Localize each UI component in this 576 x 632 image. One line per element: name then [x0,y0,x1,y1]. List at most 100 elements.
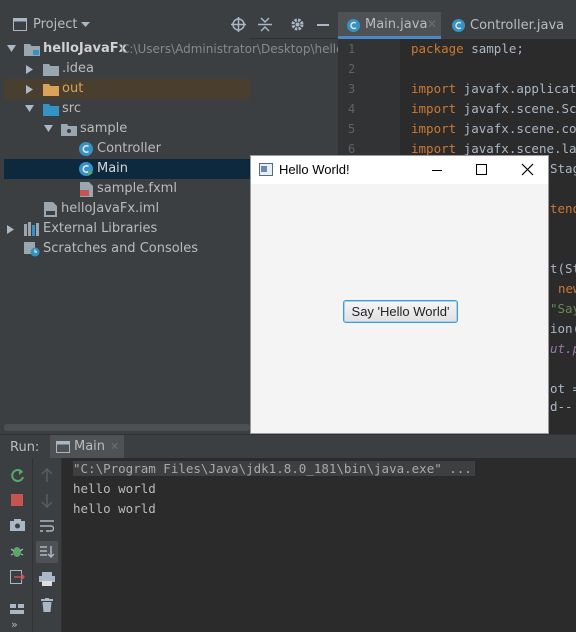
line-number: 1 [348,42,356,56]
tree-item-iml[interactable]: helloJavaFx.iml [0,199,250,219]
print-icon[interactable] [39,572,55,586]
camera-icon[interactable] [10,519,25,531]
rerun-icon[interactable] [10,468,25,483]
code-fragment: "Say [550,301,576,316]
window-titlebar[interactable]: Hello World! [251,156,548,184]
code-fragment: d-- [550,399,573,414]
collapse-all-icon[interactable] [258,17,272,32]
code-line: package sample; [411,41,524,56]
tree-item-path: C:\Users\Administrator\Desktop\hello [121,42,344,56]
iml-file-icon [44,202,57,217]
exit-icon[interactable] [10,570,25,584]
close-button[interactable] [504,156,550,184]
expanded-arrow-icon[interactable] [7,45,16,53]
code-fragment: t(St [550,261,576,276]
collapsed-arrow-icon[interactable] [26,65,33,74]
maximize-button[interactable] [458,156,504,184]
tree-item-src[interactable]: src [0,99,250,119]
collapsed-arrow-icon[interactable] [7,225,14,234]
module-folder-icon [24,43,40,56]
minimize-icon [432,170,442,171]
java-class-runnable-icon [79,162,93,176]
code-keyword: import [411,81,457,96]
debug-bug-icon[interactable] [10,544,25,559]
editor-tabs: Main.java ✕ Controller.java [338,12,576,40]
arrow-up-icon[interactable] [41,468,53,482]
stop-icon[interactable] [11,494,23,506]
soft-wrap-icon[interactable] [40,520,54,533]
tab-main-java[interactable]: Main.java ✕ [338,12,441,39]
trash-icon[interactable] [41,598,53,612]
gear-icon[interactable] [290,17,305,32]
code-line: import javafx.scene.Scen [411,101,576,116]
tree-item-label: Controller [97,141,161,156]
layout-icon[interactable] [10,604,24,614]
say-hello-world-button[interactable]: Say 'Hello World' [343,300,458,323]
tab-label: Main.java [365,17,428,32]
line-number: 3 [348,82,356,96]
java-class-icon [347,19,360,32]
project-view-selector[interactable]: Project [33,17,77,32]
project-view-icon [13,18,27,31]
tree-item-external-libraries[interactable]: External Libraries [0,219,250,239]
tree-item-sample[interactable]: sample [0,119,250,139]
run-panel-header: Run: Main ✕ [0,434,576,459]
scroll-to-end-toggle[interactable] [36,541,58,563]
line-number: 2 [348,62,356,76]
code-line: import javafx.scene.layo [411,141,576,156]
code-keyword: import [411,141,457,156]
window-title-strip [0,0,576,4]
code-keyword: import [411,121,457,136]
tree-item-hellojavafx[interactable]: helloJavaFx C:\Users\Administrator\Deskt… [0,39,344,59]
code-fragment: Stag [550,161,576,176]
code-keyword: import [411,101,457,116]
tab-controller-java[interactable]: Controller.java [443,12,576,39]
code-keyword: package [411,41,464,56]
more-icon[interactable]: » [11,618,18,631]
tree-item-sample-fxml[interactable]: sample.fxml [0,179,250,199]
run-console-icon [56,441,70,453]
line-number: 4 [348,102,356,116]
tree-item-idea[interactable]: .idea [0,59,250,79]
collapsed-arrow-icon[interactable] [26,85,33,94]
project-horizontal-scrollbar[interactable] [4,424,250,431]
hide-panel-icon[interactable] [317,24,329,26]
tree-item-out[interactable]: out [4,79,250,99]
tree-item-scratches[interactable]: Scratches and Consoles [0,239,250,259]
folder-icon [43,63,59,76]
tree-item-main[interactable]: Main [0,159,250,179]
tab-label: Controller.java [470,18,565,33]
window-title: Hello World! [279,162,350,177]
code-fragment: new [558,281,576,296]
run-tab-label: Main [74,439,106,454]
code-text: javafx.scene.Scen [463,101,576,116]
tree-item-label: src [62,101,81,116]
expanded-arrow-icon[interactable] [25,105,34,113]
tree-item-label: sample.fxml [97,181,177,196]
code-text: sample; [463,41,524,56]
run-tab-main[interactable]: Main ✕ [50,435,124,459]
fxml-file-icon [80,182,93,197]
arrow-down-icon[interactable] [41,494,53,508]
expanded-arrow-icon[interactable] [44,125,53,133]
line-number: 5 [348,122,356,136]
line-number: 6 [348,142,356,156]
tree-item-label: Scratches and Consoles [43,241,199,256]
project-tree: helloJavaFx C:\Users\Administrator\Deskt… [0,38,344,424]
chevron-down-icon[interactable] [81,22,90,28]
window-content: Say 'Hello World' [251,184,548,433]
tree-item-controller[interactable]: Controller [0,139,250,159]
library-icon [24,222,40,236]
code-text: javafx.applicatio [463,81,576,96]
close-icon[interactable]: ✕ [427,11,437,38]
tree-item-label: Main [97,161,129,176]
tree-item-label: sample [80,121,128,136]
locate-file-icon[interactable] [231,17,246,32]
close-icon[interactable]: ✕ [110,440,119,453]
code-fragment: ot = [550,381,576,396]
code-fragment: ion( [550,321,576,336]
console-output[interactable]: "C:\Program Files\Java\jdk1.8.0_181\bin\… [62,458,576,632]
source-folder-icon [43,103,59,116]
minimize-button[interactable] [414,156,460,184]
console-command-line: "C:\Program Files\Java\jdk1.8.0_181\bin\… [73,461,475,476]
